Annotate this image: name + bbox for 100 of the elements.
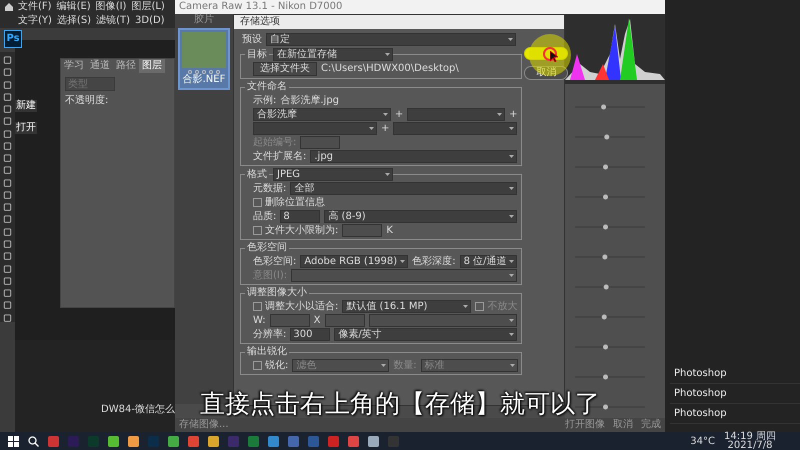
- caret-icon: [382, 112, 388, 117]
- cursor-icon: [550, 51, 558, 62]
- slider-thumb[interactable]: [602, 314, 607, 320]
- caret-icon: [509, 214, 514, 219]
- app-icon[interactable]: [248, 436, 259, 446]
- caret-icon: [509, 126, 514, 131]
- checkbox[interactable]: [253, 198, 262, 207]
- checkbox-label: 调整大小以适合:: [265, 300, 338, 312]
- section-title: 输出锐化: [245, 346, 289, 358]
- app-icon[interactable]: [48, 436, 59, 446]
- app-icon[interactable]: [348, 436, 359, 446]
- app-icon[interactable]: [188, 436, 199, 446]
- panel-tab[interactable]: 路径: [113, 59, 139, 73]
- dropdown[interactable]: 合影洗摩: [253, 108, 391, 121]
- checkbox[interactable]: [253, 361, 262, 370]
- app-logo: Ps: [4, 30, 22, 48]
- menu-item[interactable]: 文件(F): [18, 0, 52, 14]
- clock-time: 14:19 周四: [724, 432, 776, 441]
- click-highlight: [528, 33, 572, 77]
- panel-tab[interactable]: 图层: [139, 59, 165, 73]
- caret-icon: [369, 126, 374, 131]
- app-icon[interactable]: [268, 436, 279, 446]
- caret-icon: [509, 332, 514, 337]
- dropdown[interactable]: Adobe RGB (1998): [300, 255, 408, 268]
- app-icon[interactable]: [168, 436, 179, 446]
- caret-icon: [463, 304, 468, 309]
- field-value: +: [509, 108, 518, 120]
- windows-icon[interactable]: [8, 436, 19, 446]
- app-icon[interactable]: [128, 436, 139, 446]
- recent-file[interactable]: DW84-微信怎么: [101, 404, 175, 416]
- caret-icon: [509, 273, 514, 278]
- slider-thumb[interactable]: [603, 194, 608, 200]
- slider-thumb[interactable]: [604, 284, 609, 290]
- list-item[interactable]: Photoshop: [670, 404, 800, 424]
- field-label: 预设: [242, 34, 262, 46]
- field-label: W:: [253, 314, 266, 326]
- slider-thumb[interactable]: [604, 134, 610, 140]
- dropdown[interactable]: 高 (8-9): [324, 210, 518, 223]
- field-value: +: [381, 122, 390, 134]
- caret-icon: [509, 318, 514, 323]
- folder-button[interactable]: 选择文件夹: [253, 62, 317, 76]
- dropdown[interactable]: 默认值 (16.1 MP): [342, 300, 472, 313]
- field-label: X: [314, 314, 321, 326]
- list-item[interactable]: Photoshop: [670, 384, 800, 404]
- field-label: 色彩空间:: [253, 256, 296, 268]
- section-title: 格式: [245, 168, 269, 180]
- slider-thumb[interactable]: [603, 164, 608, 170]
- dropdown[interactable]: 8 位/通道: [460, 255, 518, 268]
- photo-placeholder: [182, 32, 226, 68]
- app-icon[interactable]: [368, 436, 379, 446]
- slider-thumb[interactable]: [601, 104, 606, 110]
- opacity-label: 不透明度:: [65, 95, 108, 106]
- field-label: 色彩深度:: [412, 256, 456, 268]
- thumbnail-caption: 合影.NEF: [182, 74, 226, 86]
- input-field[interactable]: 300: [290, 328, 330, 341]
- dropdown[interactable]: 全部: [290, 182, 518, 195]
- search-icon[interactable]: [28, 436, 39, 446]
- slider-thumb[interactable]: [603, 374, 608, 380]
- caret-icon: [400, 259, 406, 264]
- dropdown[interactable]: 在新位置存储: [273, 48, 393, 61]
- field-label: 元数据:: [253, 182, 286, 194]
- home-icon[interactable]: [4, 2, 14, 12]
- slider-thumb[interactable]: [603, 404, 608, 410]
- caret-icon: [497, 112, 502, 117]
- caret-icon: [509, 154, 514, 159]
- clock-date: 2021/7/8: [726, 441, 772, 450]
- menu-item[interactable]: 图层(L): [131, 0, 165, 14]
- field-label: 分辨率:: [253, 328, 286, 340]
- menu-item[interactable]: 滤镜(T): [96, 14, 130, 28]
- dropdown[interactable]: .jpg: [310, 150, 518, 163]
- app-icon[interactable]: [208, 436, 219, 446]
- field-label: 品质:: [253, 210, 276, 222]
- menu-item[interactable]: 选择(S): [56, 14, 92, 28]
- thumbnail[interactable]: 合影.NEF: [178, 28, 230, 90]
- slider-thumb[interactable]: [602, 254, 608, 260]
- menu-item[interactable]: 编辑(E): [56, 0, 91, 14]
- dropdown[interactable]: JPEG: [273, 168, 393, 181]
- home-button[interactable]: 新建: [15, 100, 37, 112]
- section-title: 文件命名: [245, 81, 289, 93]
- field-label: 示例:: [253, 94, 276, 106]
- menu-item[interactable]: 3D(D): [135, 14, 165, 28]
- dialog-title: 存储选项: [234, 15, 564, 29]
- subtitle: 直接点击右上角的【存储】就可以了: [200, 388, 600, 418]
- dropdown[interactable]: 像素/英寸: [334, 328, 518, 341]
- slider-thumb[interactable]: [603, 224, 608, 230]
- app-icon[interactable]: [108, 436, 119, 446]
- menu-item[interactable]: 图像(I): [96, 0, 126, 14]
- input-field[interactable]: 8: [280, 210, 320, 223]
- checkbox[interactable]: [253, 302, 262, 311]
- menu-item[interactable]: 文字(Y): [18, 14, 52, 28]
- dropdown[interactable]: 自定: [266, 33, 516, 46]
- panel-tab[interactable]: 学习: [61, 59, 87, 73]
- panel-tab[interactable]: 通道: [87, 59, 113, 73]
- home-button[interactable]: 打开: [15, 122, 37, 134]
- list-item[interactable]: Photoshop: [670, 364, 800, 384]
- checkbox[interactable]: [253, 226, 262, 235]
- panel-title: 胶片: [193, 14, 215, 26]
- slider-thumb[interactable]: [603, 344, 608, 350]
- caret-icon: [509, 259, 514, 264]
- field-value: 合影洗摩.jpg: [280, 94, 340, 106]
